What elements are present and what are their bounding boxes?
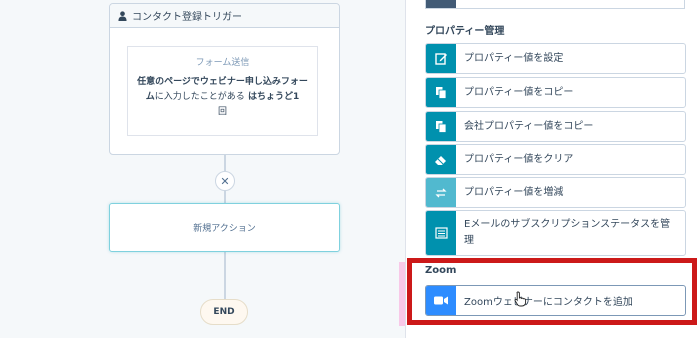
condition-plain-text: に入力したことがある bbox=[154, 92, 245, 102]
trigger-title: コンタクト登録トリガー bbox=[132, 12, 242, 23]
action-label: 会社プロパティー値をコピー bbox=[464, 120, 594, 132]
action-label-line2: 理 bbox=[464, 235, 474, 246]
zoom-section-title: Zoom bbox=[425, 265, 457, 276]
condition-tail-text: 回 bbox=[217, 107, 227, 117]
trigger-header: コンタクト登録トリガー bbox=[110, 4, 339, 28]
action-clear-property[interactable]: プロパティー値をクリア bbox=[425, 144, 686, 175]
action-increment-property[interactable]: プロパティー値を増減 bbox=[425, 177, 686, 208]
condition-bold-text: はちょうど1 bbox=[247, 92, 300, 102]
new-action-label: 新規アクション bbox=[193, 224, 256, 234]
connector-line bbox=[224, 155, 226, 171]
action-label: プロパティー値をクリア bbox=[464, 153, 574, 165]
action-copy-property[interactable]: プロパティー値をコピー bbox=[425, 77, 686, 108]
previous-action-item[interactable] bbox=[425, 0, 685, 9]
close-icon: ✕ bbox=[220, 174, 230, 188]
action-manage-email-subscription[interactable]: Eメールのサブスクリプションステータスを管理 bbox=[425, 210, 686, 256]
trigger-condition-text: 任意のページでウェビナー申し込みフォームに入力したことがある はちょうど1 回 bbox=[136, 75, 309, 120]
new-action-card[interactable]: 新規アクション bbox=[109, 203, 340, 252]
action-label: プロパティー値を増減 bbox=[464, 186, 564, 198]
action-add-to-zoom-webinar[interactable]: Zoomウェビナーにコンタクトを追加 bbox=[425, 285, 686, 316]
connector-line bbox=[224, 252, 226, 299]
remove-branch-button[interactable]: ✕ bbox=[215, 171, 235, 191]
trigger-filter-box[interactable]: フォーム送信 任意のページでウェビナー申し込みフォームに入力したことがある はち… bbox=[127, 46, 318, 136]
hand-cursor-icon bbox=[514, 291, 527, 307]
action-label: Zoomウェビナーにコンタクトを追加 bbox=[464, 297, 633, 308]
copy-icon bbox=[426, 112, 456, 141]
workflow-canvas: コンタクト登録トリガー フォーム送信 任意のページでウェビナー申し込みフォームに… bbox=[0, 0, 405, 338]
action-label: プロパティー値を設定 bbox=[464, 52, 564, 64]
person-icon bbox=[118, 10, 127, 21]
form-submission-label: フォーム送信 bbox=[195, 58, 250, 68]
action-label: Eメールのサブスクリプションステータスを管理 bbox=[456, 211, 676, 255]
action-set-property[interactable]: プロパティー値を設定 bbox=[425, 43, 686, 74]
video-camera-icon bbox=[426, 286, 456, 315]
end-label: END bbox=[213, 307, 235, 317]
property-section-title: プロパティー管理 bbox=[425, 26, 505, 37]
trigger-card[interactable]: コンタクト登録トリガー フォーム送信 任意のページでウェビナー申し込みフォームに… bbox=[109, 3, 340, 155]
copy-icon bbox=[426, 78, 456, 107]
swap-arrows-icon bbox=[426, 178, 456, 207]
end-node: END bbox=[200, 299, 248, 325]
edit-icon bbox=[426, 44, 456, 73]
previous-action-icon bbox=[426, 0, 456, 8]
connector-line bbox=[224, 191, 226, 203]
action-label: プロパティー値をコピー bbox=[464, 86, 574, 98]
eraser-icon bbox=[426, 145, 456, 174]
list-icon bbox=[426, 211, 456, 255]
action-copy-company-property[interactable]: 会社プロパティー値をコピー bbox=[425, 111, 686, 142]
action-label-line1: Eメールのサブスクリプションステータスを管 bbox=[464, 219, 671, 230]
